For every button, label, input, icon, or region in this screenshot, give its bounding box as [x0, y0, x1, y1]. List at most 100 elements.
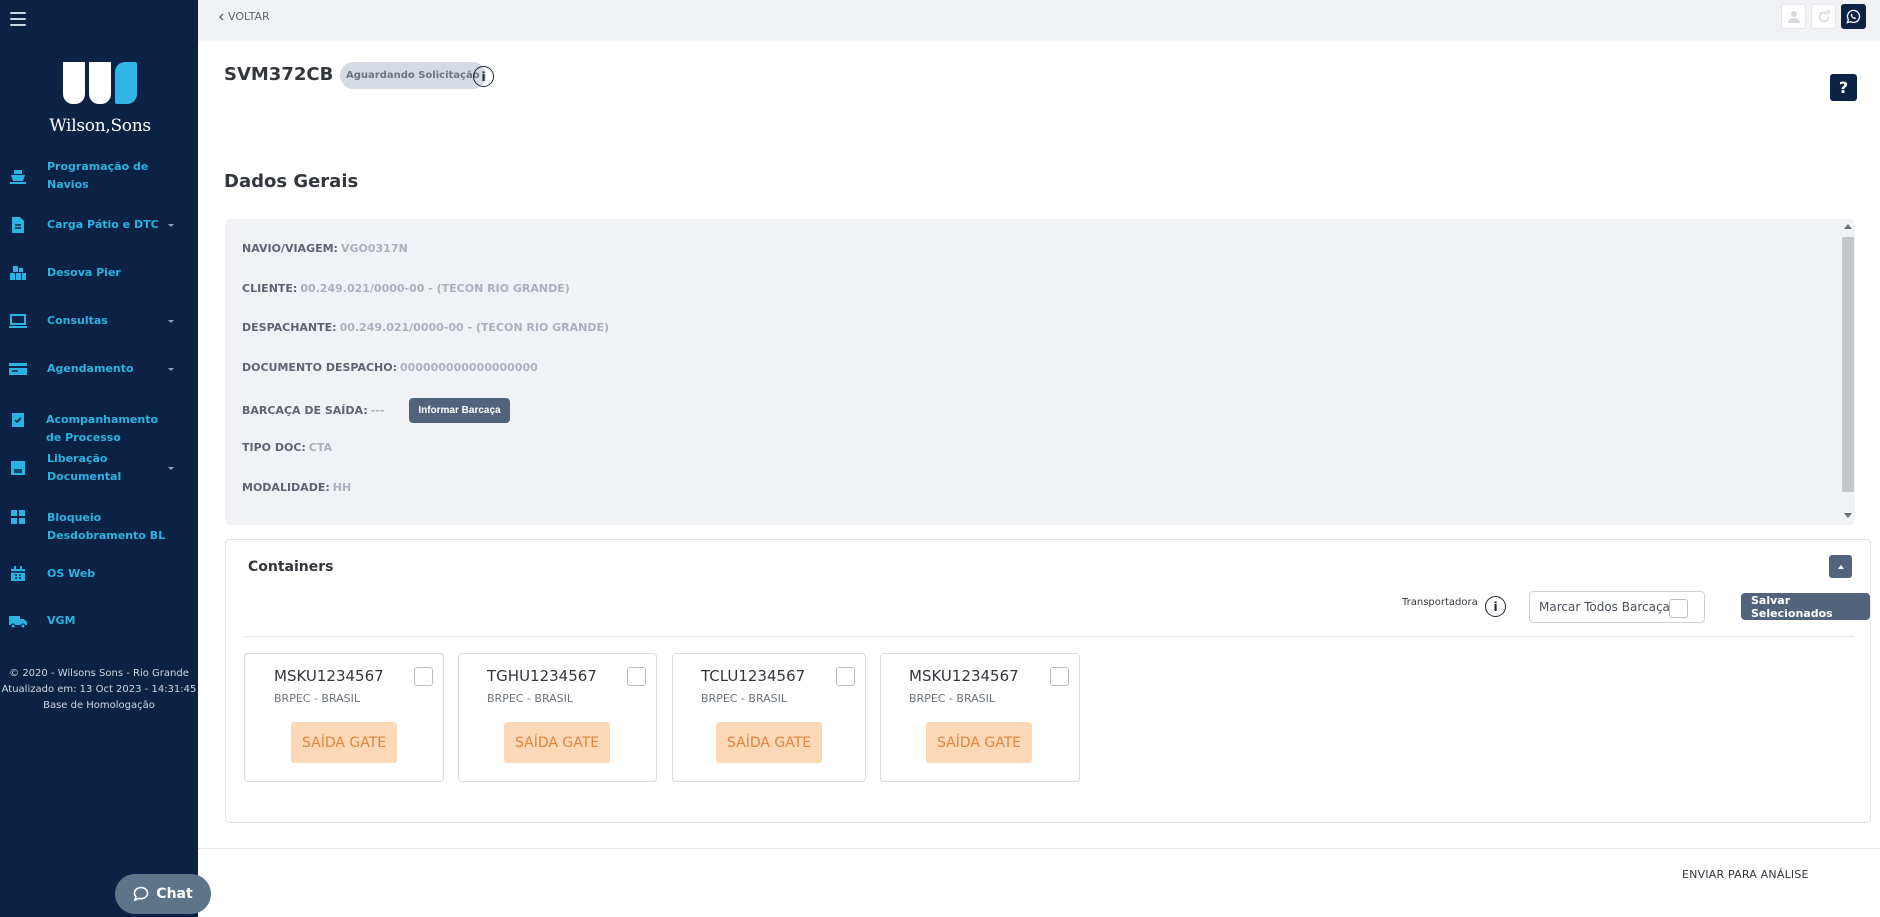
- save-selected-button[interactable]: Salvar Selecionados: [1741, 593, 1870, 620]
- field-value: 000000000000000000: [400, 361, 538, 374]
- saida-gate-button[interactable]: SAÍDA GATE: [716, 722, 823, 763]
- last-updated-text: Atualizado em: 13 Oct 2023 - 14:31:45: [1, 684, 197, 695]
- container-checkbox[interactable]: [1050, 667, 1069, 686]
- sidebar-item-label: Agendamento: [47, 362, 134, 375]
- divider: [243, 636, 1854, 637]
- sidebar-item-label: VGM: [47, 614, 76, 627]
- chat-bubble-icon: [133, 886, 149, 902]
- chevron-down-icon: [168, 223, 174, 227]
- chevron-down-icon: [168, 319, 174, 323]
- truck-icon: [9, 613, 27, 629]
- container-checkbox[interactable]: [836, 667, 855, 686]
- field-label: TIPO DOC:: [242, 441, 306, 454]
- field-barcaca-saida: BARCAÇA DE SAÍDA: --- Informar Barcaça: [242, 398, 510, 423]
- whatsapp-icon: [1846, 9, 1861, 24]
- field-label: CLIENTE:: [242, 282, 298, 295]
- field-cliente: CLIENTE: 00.249.021/0000-00 - (TECON RIO…: [242, 282, 570, 295]
- top-bar: VOLTAR: [198, 0, 1880, 41]
- transportadora-info-icon[interactable]: i: [1485, 596, 1506, 617]
- page-title: SVM372CB: [224, 64, 334, 85]
- chevron-down-icon: [168, 367, 174, 371]
- chat-button[interactable]: Chat: [115, 874, 211, 914]
- scroll-down-arrow-icon[interactable]: [1844, 513, 1852, 518]
- ship-icon: [9, 168, 27, 184]
- field-value: 00.249.021/0000-00 - (TECON RIO GRANDE): [339, 321, 610, 334]
- monitor-icon: [9, 313, 27, 329]
- scroll-up-arrow-icon[interactable]: [1844, 224, 1852, 229]
- sidebar-item-label: Liberação Documental: [47, 452, 122, 483]
- copyright-text: © 2020 - Wilsons Sons - Rio Grande: [9, 668, 189, 679]
- container-card: MSKU1234567 BRPEC - BRASIL SAÍDA GATE: [244, 653, 444, 782]
- field-navio-viagem: NAVIO/VIAGEM: VGO0317N: [242, 242, 408, 255]
- field-label: DOCUMENTO DESPACHO:: [242, 361, 397, 374]
- transportadora-label: Transportadora: [1402, 597, 1478, 608]
- user-button[interactable]: [1781, 4, 1806, 29]
- container-location: BRPEC - BRASIL: [487, 692, 574, 705]
- scrollbar-thumb[interactable]: [1842, 237, 1854, 492]
- clipboard-check-icon: [9, 411, 27, 427]
- sidebar-item-bloqueio-desdobramento[interactable]: Bloqueio Desdobramento BL: [0, 509, 198, 545]
- user-icon: [1787, 11, 1800, 23]
- environment-text: Base de Homologação: [43, 700, 155, 711]
- mark-all-label: Marcar Todos Barcaça: [1539, 600, 1670, 614]
- field-value: ---: [370, 404, 385, 417]
- mark-all-checkbox[interactable]: [1669, 599, 1688, 618]
- calendar-icon: [9, 566, 27, 582]
- container-checkbox[interactable]: [627, 667, 646, 686]
- field-label: NAVIO/VIAGEM:: [242, 242, 338, 255]
- field-modalidade: MODALIDADE: HH: [242, 481, 351, 494]
- sidebar-item-label: Desova Pier: [47, 266, 121, 279]
- field-despachante: DESPACHANTE: 00.249.021/0000-00 - (TECON…: [242, 321, 609, 334]
- field-value: CTA: [308, 441, 333, 454]
- info-icon[interactable]: i: [473, 66, 494, 87]
- footer-divider: [198, 848, 1880, 849]
- brand-logo: Wilson,Sons: [40, 62, 160, 144]
- back-label: VOLTAR: [228, 10, 270, 23]
- saida-gate-button[interactable]: SAÍDA GATE: [504, 722, 611, 763]
- container-checkbox[interactable]: [414, 667, 433, 686]
- containers-panel: Containers Transportadora i Marcar Todos…: [225, 539, 1871, 823]
- refresh-button[interactable]: [1811, 4, 1836, 29]
- field-tipo-doc: TIPO DOC: CTA: [242, 441, 332, 454]
- chevron-up-icon: [1837, 564, 1844, 569]
- containers-title: Containers: [248, 559, 334, 575]
- field-label: DESPACHANTE:: [242, 321, 337, 334]
- whatsapp-button[interactable]: [1841, 4, 1866, 29]
- saida-gate-button[interactable]: SAÍDA GATE: [926, 722, 1033, 763]
- sidebar-item-acompanhamento[interactable]: Acompanhamento de Processo: [0, 411, 198, 447]
- submit-analysis-button[interactable]: ENVIAR PARA ANÁLISE: [1682, 868, 1809, 881]
- field-value: 00.249.021/0000-00 - (TECON RIO GRANDE): [300, 282, 570, 295]
- chevron-down-icon: [168, 466, 174, 470]
- container-location: BRPEC - BRASIL: [909, 692, 996, 705]
- sidebar-item-label: OS Web: [47, 567, 96, 580]
- container-location: BRPEC - BRASIL: [274, 692, 361, 705]
- container-card: MSKU1234567 BRPEC - BRASIL SAÍDA GATE: [880, 653, 1080, 782]
- help-button[interactable]: ?: [1830, 74, 1857, 101]
- document-icon: [9, 217, 27, 233]
- container-id: TCLU1234567: [701, 667, 806, 685]
- sidebar-item-label: Consultas: [47, 314, 108, 327]
- container-card: TCLU1234567 BRPEC - BRASIL SAÍDA GATE: [672, 653, 866, 782]
- card-icon: [9, 361, 27, 377]
- general-data-panel: NAVIO/VIAGEM: VGO0317N CLIENTE: 00.249.0…: [225, 219, 1855, 525]
- mark-all-barcaca-toggle[interactable]: Marcar Todos Barcaça: [1529, 591, 1705, 623]
- chat-label: Chat: [156, 886, 193, 902]
- menu-toggle-icon[interactable]: [10, 12, 26, 26]
- container-id: MSKU1234567: [909, 667, 1019, 685]
- saida-gate-button[interactable]: SAÍDA GATE: [291, 722, 398, 763]
- field-value: HH: [332, 481, 352, 494]
- back-link[interactable]: VOLTAR: [218, 10, 270, 23]
- inform-barcaca-button[interactable]: Informar Barcaça: [409, 398, 510, 423]
- status-badge: Aguardando Solicitação: [340, 62, 486, 89]
- sidebar: Wilson,Sons Programação de Navios Carga …: [0, 0, 198, 917]
- brand-name: Wilson,Sons: [49, 116, 151, 136]
- sidebar-item-label: Programação de Navios: [47, 160, 149, 191]
- collapse-button[interactable]: [1829, 555, 1852, 578]
- panel-scrollbar[interactable]: [1840, 219, 1855, 525]
- field-value: VGO0317N: [340, 242, 408, 255]
- refresh-icon: [1818, 9, 1830, 22]
- logo-mark-icon: [40, 62, 160, 106]
- chevron-left-icon: [219, 13, 224, 20]
- container-id: TGHU1234567: [487, 667, 597, 685]
- field-documento-despacho: DOCUMENTO DESPACHO: 000000000000000000: [242, 361, 538, 374]
